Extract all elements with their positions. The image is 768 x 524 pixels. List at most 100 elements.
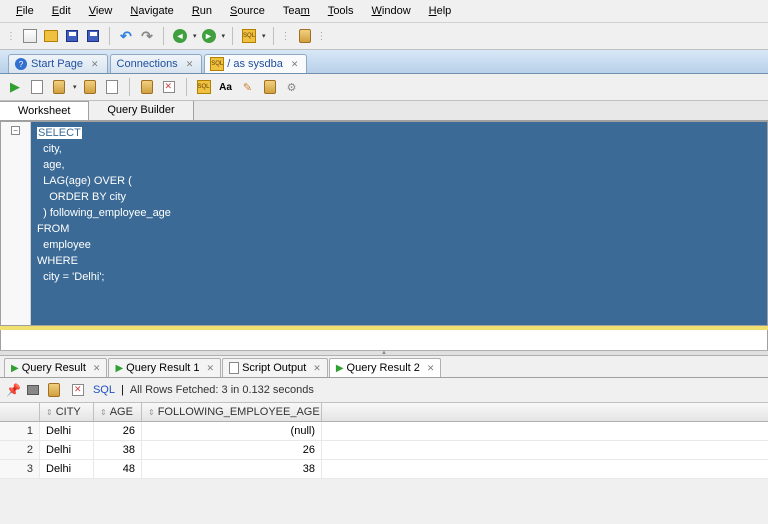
table-row[interactable]: 3 Delhi 48 38 bbox=[0, 460, 768, 479]
to-upper-button[interactable]: Aa bbox=[217, 78, 235, 96]
row-number: 3 bbox=[0, 460, 40, 478]
tab-label: Query Result bbox=[22, 362, 86, 374]
explain-plan-icon bbox=[53, 80, 65, 94]
tab-connections[interactable]: Connections ✕ bbox=[110, 54, 203, 73]
settings-button[interactable] bbox=[261, 78, 279, 96]
cell-age[interactable]: 38 bbox=[94, 441, 142, 459]
dropdown-icon[interactable]: ▾ bbox=[193, 32, 197, 40]
cell-city[interactable]: Delhi bbox=[40, 460, 94, 478]
report-button[interactable]: ⚙ bbox=[283, 78, 301, 96]
tab-label: / as sysdba bbox=[227, 58, 283, 70]
dropdown-icon[interactable]: ▾ bbox=[222, 32, 226, 40]
undo-icon: ↶ bbox=[120, 28, 132, 45]
dropdown-icon[interactable]: ▾ bbox=[73, 83, 77, 91]
menu-window[interactable]: Window bbox=[364, 3, 419, 19]
autotrace-button[interactable] bbox=[81, 78, 99, 96]
close-icon[interactable]: ✕ bbox=[186, 59, 194, 70]
sql-editor[interactable]: − SELECT city, age, LAG(age) OVER ( ORDE… bbox=[0, 121, 768, 326]
toolbar-separator bbox=[186, 78, 187, 96]
save-button[interactable] bbox=[63, 27, 81, 45]
result-tabstrip: ▶ Query Result ✕ ▶ Query Result 1 ✕ Scri… bbox=[0, 356, 768, 378]
nav-forward-button[interactable]: ► bbox=[200, 27, 218, 45]
new-button[interactable] bbox=[21, 27, 39, 45]
close-icon[interactable]: ✕ bbox=[427, 363, 435, 374]
print-icon[interactable] bbox=[27, 385, 39, 395]
cell-age[interactable]: 48 bbox=[94, 460, 142, 478]
tab-label: Query Result 2 bbox=[347, 362, 420, 374]
undo-button[interactable]: ↶ bbox=[117, 27, 135, 45]
sql-history-button[interactable] bbox=[103, 78, 121, 96]
tab-start-page[interactable]: ? Start Page ✕ bbox=[8, 54, 108, 73]
nav-back-button[interactable]: ◄ bbox=[171, 27, 189, 45]
clear-button[interactable]: ✎ bbox=[239, 78, 257, 96]
toolbar-separator bbox=[129, 78, 130, 96]
tab-label: Connections bbox=[117, 58, 178, 70]
menu-edit[interactable]: Edit bbox=[44, 3, 79, 19]
code-content[interactable]: SELECT city, age, LAG(age) OVER ( ORDER … bbox=[31, 122, 602, 325]
tab-label: Script Output bbox=[242, 362, 306, 374]
fetch-status: All Rows Fetched: 3 in 0.132 seconds bbox=[130, 384, 314, 396]
menu-file[interactable]: File bbox=[8, 3, 42, 19]
tab-worksheet[interactable]: Worksheet bbox=[0, 101, 89, 120]
pin-icon[interactable]: 📌 bbox=[6, 383, 21, 397]
close-icon[interactable]: ✕ bbox=[291, 59, 299, 70]
run-statement-button[interactable]: ▶ bbox=[6, 78, 24, 96]
play-icon: ▶ bbox=[115, 363, 123, 374]
tab-sysdba[interactable]: SQL / as sysdba ✕ bbox=[204, 54, 307, 73]
cell-city[interactable]: Delhi bbox=[40, 441, 94, 459]
toolbar-separator bbox=[273, 27, 274, 45]
eraser-icon: ✎ bbox=[243, 81, 252, 94]
cell-following-employee-age[interactable]: 38 bbox=[142, 460, 322, 478]
tab-query-result-1[interactable]: ▶ Query Result 1 ✕ bbox=[108, 358, 221, 377]
close-icon[interactable]: ✕ bbox=[313, 363, 321, 374]
script-icon bbox=[229, 362, 239, 374]
rollback-button[interactable] bbox=[160, 78, 178, 96]
redo-button[interactable]: ↷ bbox=[138, 27, 156, 45]
cell-city[interactable]: Delhi bbox=[40, 422, 94, 440]
header-rownum[interactable] bbox=[0, 403, 40, 421]
menu-source[interactable]: Source bbox=[222, 3, 273, 19]
tab-query-result-2[interactable]: ▶ Query Result 2 ✕ bbox=[329, 358, 442, 377]
database-icon bbox=[299, 29, 311, 43]
main-toolbar: ⋮ ↶ ↷ ◄ ▾ ► ▾ SQL ▾ ⋮ ⋮ bbox=[0, 23, 768, 50]
commit-button[interactable] bbox=[138, 78, 156, 96]
open-button[interactable] bbox=[42, 27, 60, 45]
sort-icon: ⇕ bbox=[148, 408, 155, 417]
cell-following-employee-age[interactable]: 26 bbox=[142, 441, 322, 459]
export-button[interactable] bbox=[45, 381, 63, 399]
clear-result-button[interactable] bbox=[69, 381, 87, 399]
dropdown-icon[interactable]: ▾ bbox=[262, 32, 266, 40]
sql-worksheet-button[interactable]: SQL bbox=[240, 27, 258, 45]
unshared-button[interactable]: SQL bbox=[195, 78, 213, 96]
play-icon: ▶ bbox=[336, 363, 344, 374]
close-icon[interactable]: ✕ bbox=[207, 363, 215, 374]
menu-tools[interactable]: Tools bbox=[320, 3, 362, 19]
sql-link[interactable]: SQL bbox=[93, 384, 115, 396]
tab-query-builder[interactable]: Query Builder bbox=[89, 101, 193, 120]
column-header-age[interactable]: ⇕AGE bbox=[94, 403, 142, 421]
close-icon[interactable]: ✕ bbox=[93, 363, 101, 374]
cell-following-employee-age[interactable]: (null) bbox=[142, 422, 322, 440]
menu-team[interactable]: Team bbox=[275, 3, 318, 19]
dba-button[interactable] bbox=[296, 27, 314, 45]
tab-query-result[interactable]: ▶ Query Result ✕ bbox=[4, 358, 107, 377]
tab-label: Query Result 1 bbox=[126, 362, 199, 374]
menu-help[interactable]: Help bbox=[421, 3, 460, 19]
column-header-city[interactable]: ⇕CITY bbox=[40, 403, 94, 421]
save-all-button[interactable] bbox=[84, 27, 102, 45]
fold-icon[interactable]: − bbox=[11, 126, 20, 135]
menu-navigate[interactable]: Navigate bbox=[122, 3, 181, 19]
menu-view[interactable]: View bbox=[81, 3, 121, 19]
cell-age[interactable]: 26 bbox=[94, 422, 142, 440]
play-icon: ▶ bbox=[11, 363, 19, 374]
run-script-button[interactable] bbox=[28, 78, 46, 96]
column-header-following-employee-age[interactable]: ⇕FOLLOWING_EMPLOYEE_AGE bbox=[142, 403, 322, 421]
table-row[interactable]: 1 Delhi 26 (null) bbox=[0, 422, 768, 441]
close-icon[interactable]: ✕ bbox=[91, 59, 99, 70]
tab-script-output[interactable]: Script Output ✕ bbox=[222, 358, 328, 377]
table-row[interactable]: 2 Delhi 38 26 bbox=[0, 441, 768, 460]
editor-toolbar: ▶ ▾ SQL Aa ✎ ⚙ bbox=[0, 74, 768, 101]
new-file-icon bbox=[23, 29, 37, 43]
explain-plan-button[interactable] bbox=[50, 78, 68, 96]
menu-run[interactable]: Run bbox=[184, 3, 220, 19]
